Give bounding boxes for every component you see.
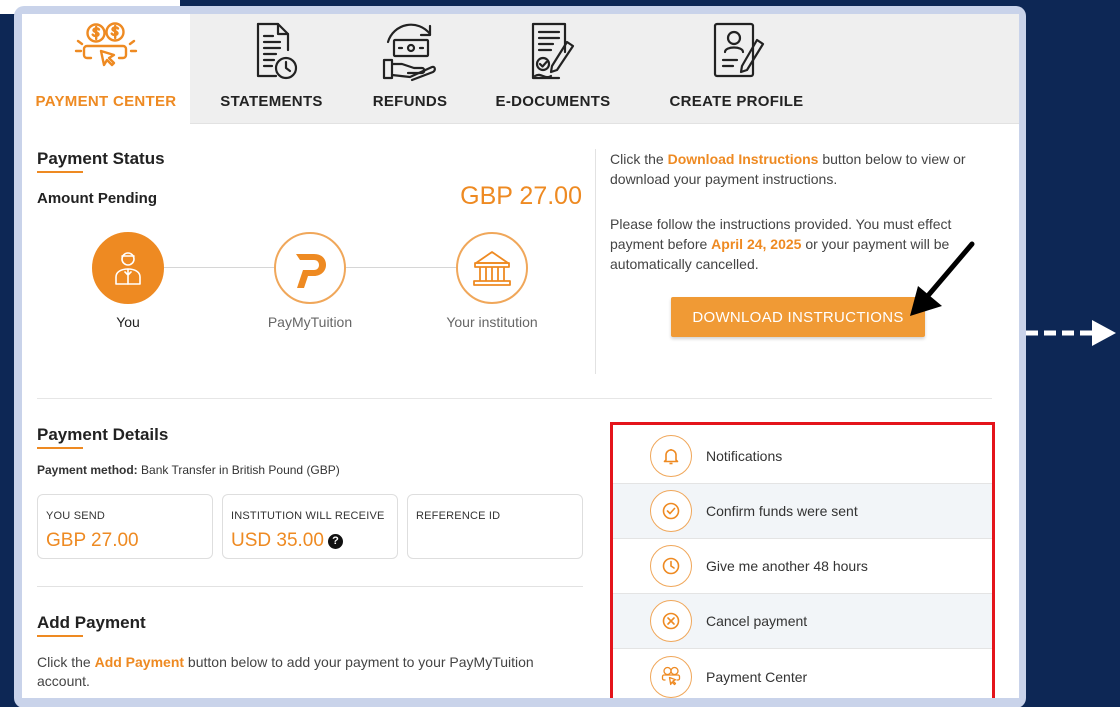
action-confirm-funds[interactable]: Confirm funds were sent [613, 484, 992, 539]
tab-label: E-DOCUMENTS [495, 93, 611, 110]
institution-receive-label: INSTITUTION WILL RECEIVE [231, 510, 385, 522]
action-label: Confirm funds were sent [706, 503, 858, 519]
tab-label: CREATE PROFILE [669, 93, 804, 110]
action-label: Payment Center [706, 668, 808, 685]
flow-connector [164, 267, 274, 268]
amount-pending-label: Amount Pending [37, 190, 157, 207]
bell-icon [650, 435, 692, 477]
add-payment-text: Click the Add Payment button below to ad… [37, 654, 534, 689]
clock-icon [650, 545, 692, 587]
action-label: Give me another 48 hours [706, 558, 868, 574]
add-payment-highlight: Add Payment [94, 654, 185, 670]
help-icon[interactable]: ? [327, 534, 343, 549]
tab-label: STATEMENTS [220, 93, 323, 110]
reference-id-box: REFERENCE ID [407, 494, 583, 559]
download-instructions-highlight: Download Instructions [667, 151, 819, 167]
institution-receive-row: USD 35.00? [231, 530, 343, 552]
column-divider [595, 149, 596, 374]
institution-icon [456, 232, 528, 304]
action-extend-48-hours[interactable]: Give me another 48 hours [613, 539, 992, 594]
action-notifications[interactable]: Notifications [613, 429, 992, 484]
amount-pending-value: GBP 27.00 [460, 182, 582, 210]
flow-label-paymytuition: PayMyTuition [267, 314, 353, 330]
tab-refunds[interactable]: REFUNDS [355, 14, 465, 124]
instructions-intro: Click the Download Instructions button b… [610, 151, 966, 187]
section-divider [37, 398, 992, 399]
payment-actions-list: Notifications Confirm funds were sent Gi… [610, 422, 995, 698]
payment-method: Payment method: Bank Transfer in British… [37, 463, 340, 477]
add-payment-title: Add Payment [37, 613, 146, 637]
check-circle-icon [650, 490, 692, 532]
flow-label-you: You [116, 314, 140, 330]
payment-center-icon [74, 20, 138, 84]
payment-details-title: Payment Details [37, 425, 169, 449]
you-send-box: YOU SEND GBP 27.00 [37, 494, 213, 559]
tab-label: PAYMENT CENTER [35, 93, 177, 110]
section-divider [37, 586, 583, 587]
refunds-icon [378, 20, 442, 84]
payment-panel: PAYMENT CENTER STATEMENTS REFUNDS E-DOCU… [22, 14, 1019, 698]
payment-center-icon [650, 655, 692, 698]
reference-id-label: REFERENCE ID [416, 510, 501, 522]
action-payment-center[interactable]: Payment Center [613, 649, 992, 698]
e-documents-icon [521, 20, 585, 84]
paymytuition-logo-icon [274, 232, 346, 304]
tab-payment-center[interactable]: PAYMENT CENTER [22, 14, 190, 125]
tab-e-documents[interactable]: E-DOCUMENTS [483, 14, 623, 124]
you-send-value: GBP 27.00 [46, 530, 139, 551]
action-label: Cancel payment [706, 613, 808, 629]
tab-bar: PAYMENT CENTER STATEMENTS REFUNDS E-DOCU… [22, 14, 1019, 125]
flow-label-institution: Your institution [446, 314, 538, 330]
payment-status-title: Payment Status [37, 149, 165, 173]
flow-connector [346, 267, 456, 268]
action-label: Notifications [706, 448, 783, 464]
tab-create-profile[interactable]: CREATE PROFILE [654, 14, 819, 124]
create-profile-icon [705, 20, 769, 84]
institution-receive-box: INSTITUTION WILL RECEIVE USD 35.00? [222, 494, 398, 559]
dashed-arrow-icon [1026, 320, 1116, 346]
annotation-arrow-icon [910, 241, 975, 316]
deadline-date: April 24, 2025 [711, 236, 802, 252]
you-send-label: YOU SEND [46, 510, 106, 522]
cancel-circle-icon [650, 600, 692, 642]
tab-statements[interactable]: STATEMENTS [203, 14, 340, 124]
statements-icon [240, 20, 304, 84]
user-icon [92, 232, 164, 304]
action-cancel-payment[interactable]: Cancel payment [613, 594, 992, 649]
tab-label: REFUNDS [372, 93, 448, 110]
institution-receive-value: USD 35.00 [231, 530, 324, 551]
download-instructions-button[interactable]: DOWNLOAD INSTRUCTIONS [671, 297, 925, 337]
